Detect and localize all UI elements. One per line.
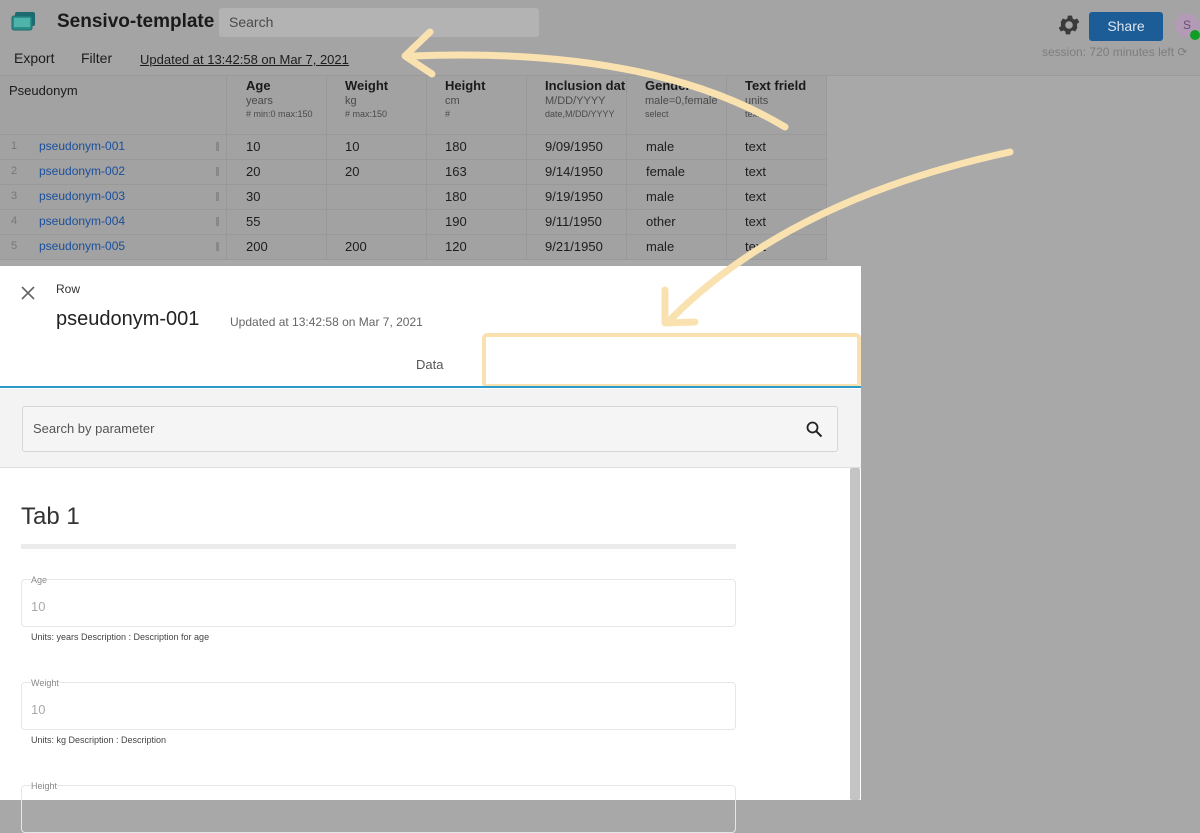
annotation-arrow-left [408, 51, 789, 131]
annotation-arrows [401, 28, 1014, 327]
annotation-arrow-down [668, 148, 1014, 322]
